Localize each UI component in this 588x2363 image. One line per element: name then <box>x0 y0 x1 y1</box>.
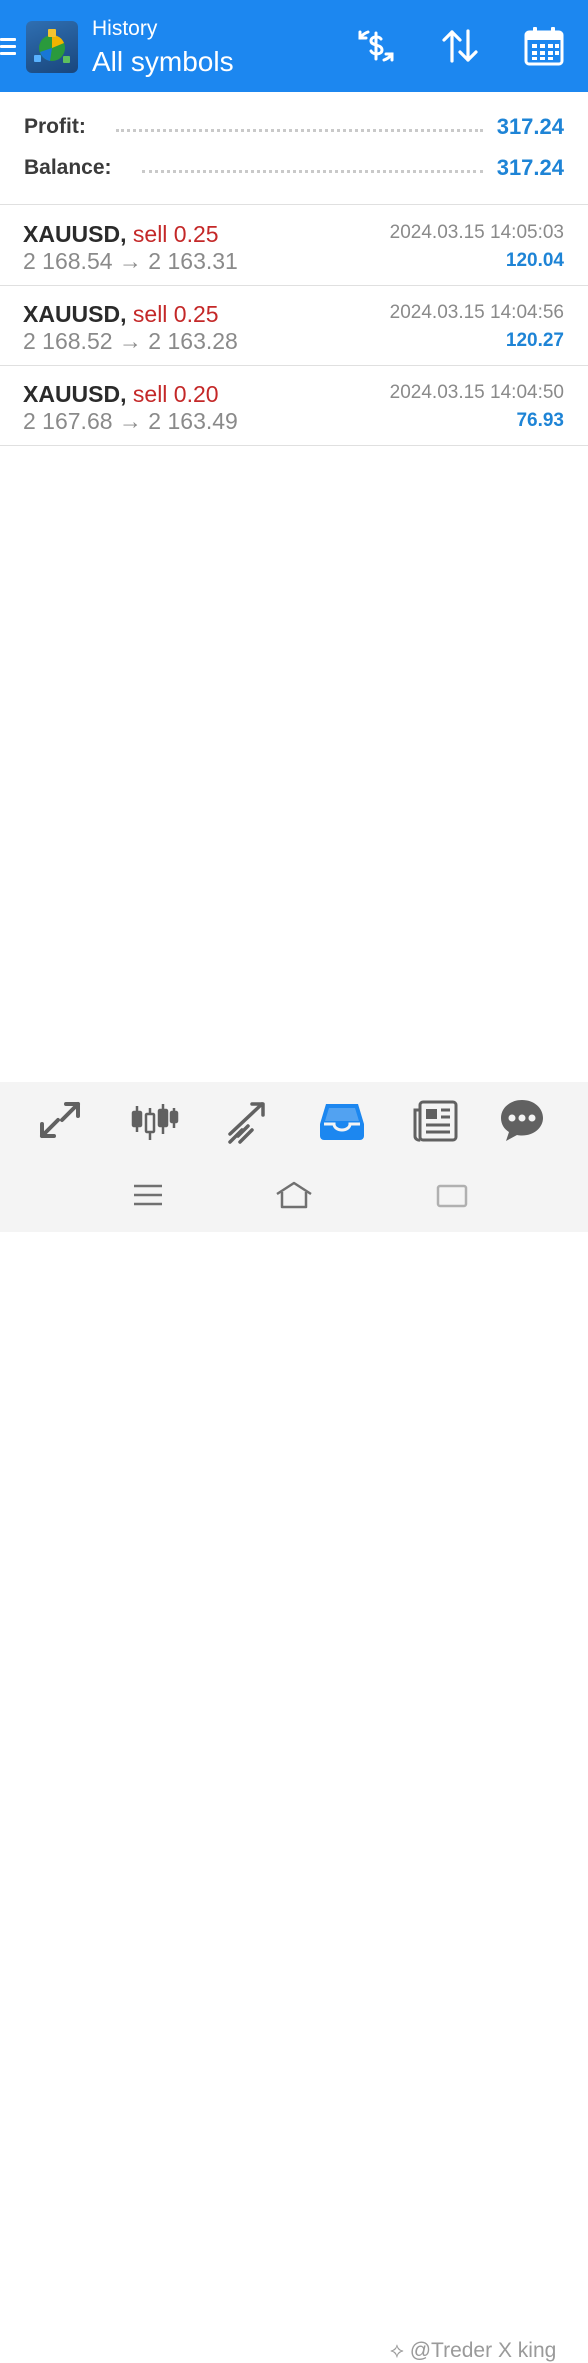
deal-prices: 2 168.54 → 2 163.31 <box>23 248 238 274</box>
deal-time: 2024.03.15 14:04:50 <box>389 382 564 403</box>
recent-apps-icon[interactable] <box>126 1178 170 1212</box>
sort-icon[interactable] <box>438 24 482 68</box>
deal-prices: 2 168.52 → 2 163.28 <box>23 328 238 354</box>
chat-icon[interactable] <box>496 1094 548 1146</box>
system-nav: ⟡ @Treder X king <box>0 1158 588 2362</box>
home-icon[interactable] <box>272 1178 316 1212</box>
metatrader-logo <box>26 21 78 73</box>
balance-value: 317.24 <box>496 155 564 180</box>
chart-icon[interactable] <box>128 1094 180 1146</box>
header-subtitle: History <box>92 17 158 40</box>
profit-value: 317.24 <box>496 114 564 139</box>
deal-profit: 120.27 <box>505 330 564 351</box>
trade-icon[interactable] <box>222 1094 274 1146</box>
deal-side: sell 0.25 <box>132 221 219 247</box>
header-title[interactable]: All symbols <box>92 44 234 80</box>
dotted-leader <box>141 169 483 173</box>
deal-row[interactable]: XAUUSD, sell 0.20 2 167.68 → 2 163.49 20… <box>0 365 588 446</box>
watermark-text: ⟡ @Treder X king <box>390 2339 557 2362</box>
deal-profit: 120.04 <box>505 250 564 271</box>
app-header: History All symbols <box>0 0 588 92</box>
deal-symbol: XAUUSD, <box>23 301 127 327</box>
deal-symbol: XAUUSD, <box>23 221 127 247</box>
deal-row[interactable]: XAUUSD, sell 0.25 2 168.52 → 2 163.28 20… <box>0 285 588 366</box>
quotes-icon[interactable] <box>34 1094 86 1146</box>
profit-label: Profit: <box>24 115 86 138</box>
deal-symbol: XAUUSD, <box>23 381 127 407</box>
dotted-leader <box>115 128 483 132</box>
history-icon[interactable] <box>316 1094 368 1146</box>
deal-profit: 76.93 <box>516 410 564 431</box>
deal-time: 2024.03.15 14:04:56 <box>389 302 564 323</box>
profit-row: Profit: 317.24 <box>24 112 564 142</box>
news-icon[interactable] <box>410 1094 462 1146</box>
deal-side: sell 0.20 <box>132 381 219 407</box>
balance-row: Balance: 317.24 <box>24 153 564 183</box>
dollar-exchange-icon[interactable] <box>354 24 398 68</box>
deal-time: 2024.03.15 14:05:03 <box>389 222 564 243</box>
back-icon[interactable] <box>430 1178 474 1212</box>
calendar-icon[interactable] <box>522 24 566 68</box>
deal-row[interactable]: XAUUSD, sell 0.25 2 168.54 → 2 163.31 20… <box>0 205 588 286</box>
balance-label: Balance: <box>24 156 112 179</box>
summary-panel: Profit: 317.24 Balance: 317.24 <box>0 92 588 205</box>
bottom-nav <box>0 1082 588 1158</box>
deal-prices: 2 167.68 → 2 163.49 <box>23 408 238 434</box>
menu-icon[interactable] <box>0 34 18 60</box>
deal-side: sell 0.25 <box>132 301 219 327</box>
